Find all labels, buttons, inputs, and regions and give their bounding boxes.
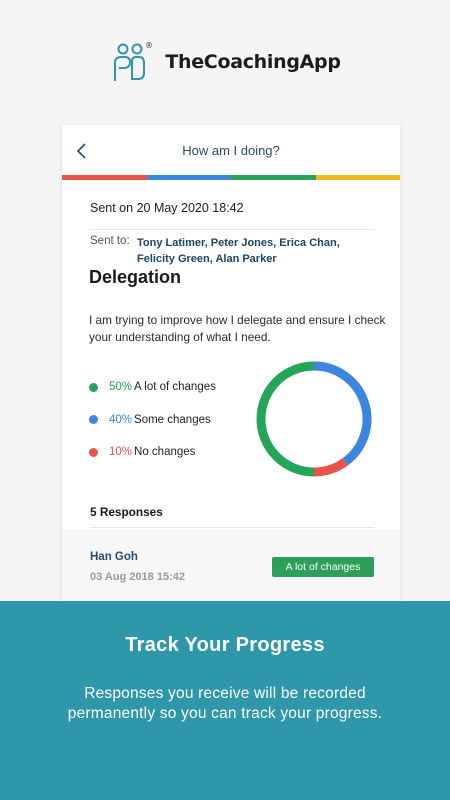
donut-slice-a-lot-of-changes — [256, 361, 315, 477]
card-header: How am I doing? — [62, 125, 400, 175]
registered-mark: ® — [145, 41, 153, 50]
responses-count: 5 Responses — [90, 505, 163, 519]
donut-slice-some-changes — [313, 361, 372, 466]
color-stripe-yellow — [315, 175, 400, 180]
response-date: 03 Aug 2018 15:42 — [90, 571, 185, 583]
legend-percent: 40% — [109, 413, 133, 426]
legend-label: No changes — [134, 446, 196, 458]
people-logo-icon: ® — [109, 39, 155, 85]
legend-dot — [89, 415, 98, 424]
sent-to-label: Sent to: — [90, 235, 130, 247]
response-item[interactable]: Han Goh 03 Aug 2018 15:42 A lot of chang… — [62, 529, 400, 605]
legend-percent: 50% — [109, 381, 133, 393]
legend-dot — [89, 447, 98, 457]
results-donut-chart — [256, 361, 372, 477]
page-title: How am I doing? — [182, 142, 280, 158]
feedback-card: How am I doing? Sent on 20 May 2020 18:4… — [62, 125, 400, 605]
promo-title: Track Your Progress — [125, 634, 325, 656]
topic-title: Delegation — [89, 267, 182, 287]
sent-on-text: Sent on 20 May 2020 18:42 — [90, 201, 244, 215]
response-status-badge: A lot of changes — [272, 557, 374, 577]
promo-text: Responses you receive will be recorded p… — [0, 684, 450, 724]
legend-item-some-changes: 40% Some changes — [89, 412, 216, 428]
donut-slice-no-changes — [313, 458, 348, 477]
color-stripe-red — [62, 175, 147, 180]
promo-line: permanently so you can track your progre… — [67, 705, 383, 722]
legend-label: Some changes — [134, 413, 211, 426]
legend-dot — [89, 382, 98, 392]
recipients-list: Tony Latimer, Peter Jones, Erica Chan, F… — [137, 237, 340, 265]
color-stripe-green — [231, 175, 316, 180]
legend-label: A lot of changes — [134, 381, 216, 393]
promo-footer: Track Your Progress Responses you receiv… — [0, 601, 450, 800]
topic-description: I am trying to improve how I delegate an… — [89, 313, 386, 344]
legend-item-a-lot-of-changes: 50% A lot of changes — [89, 379, 216, 395]
divider — [90, 527, 374, 528]
promo-line: Responses you receive will be recorded — [84, 685, 366, 702]
color-stripe-blue — [146, 175, 231, 180]
divider — [90, 229, 374, 230]
responder-name: Han Goh — [90, 551, 138, 563]
legend-percent: 10% — [109, 446, 133, 458]
color-stripe — [62, 175, 400, 180]
chart-legend: 50% A lot of changes 40% Some changes 10… — [89, 379, 216, 477]
brand-header: ® TheCoachingApp — [0, 38, 450, 86]
legend-item-no-changes: 10% No changes — [89, 444, 216, 460]
brand-name: TheCoachingApp — [165, 51, 341, 73]
chevron-left-icon[interactable] — [74, 142, 92, 160]
